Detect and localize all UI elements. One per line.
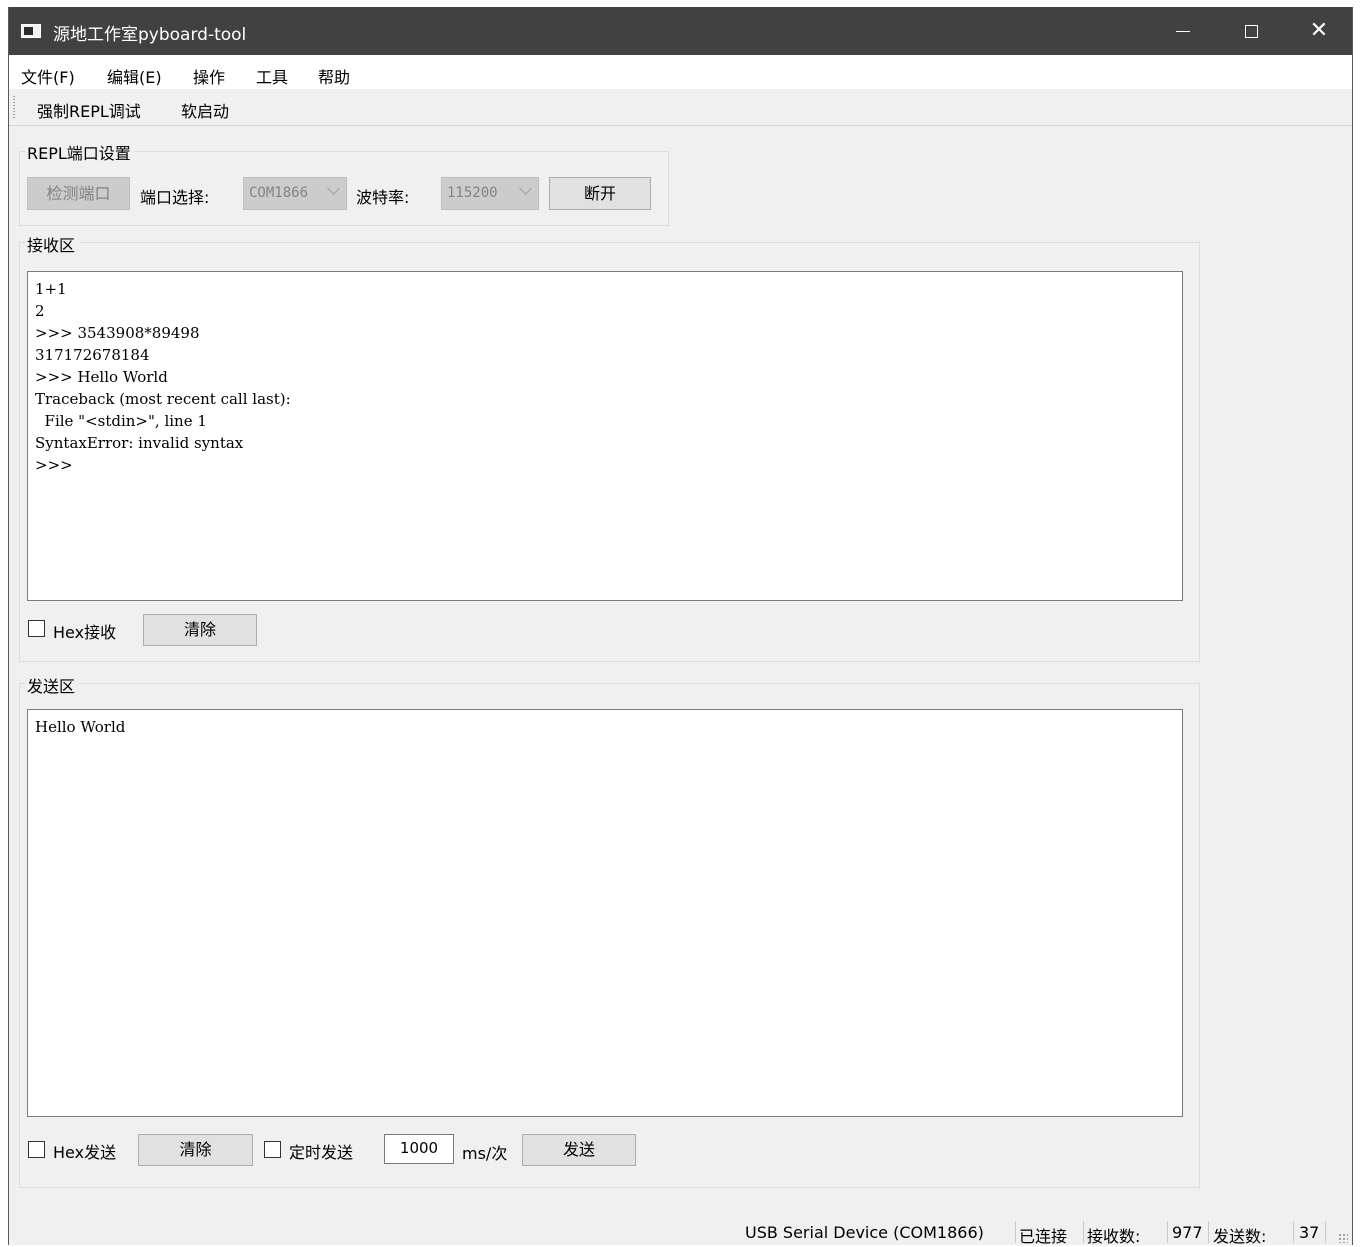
close-icon: ✕ (1309, 18, 1329, 43)
app-icon (21, 24, 41, 38)
soft-reset-button[interactable]: 软启动 (181, 98, 229, 122)
toolbar: 强制REPL调试 软启动 (9, 89, 1352, 126)
close-button[interactable]: ✕ (1285, 7, 1353, 55)
status-divider (1167, 1221, 1168, 1243)
timed-send-label: 定时发送 (289, 1143, 354, 1162)
status-bar: USB Serial Device (COM1866) 已连接 接收数: 977… (9, 1217, 1352, 1246)
port-select-value: COM1866 (249, 185, 309, 201)
rx-count-label: 接收数: (1087, 1227, 1141, 1246)
port-select-label: 端口选择: (140, 188, 210, 207)
baud-rate-label: 波特率: (356, 188, 410, 207)
timed-send-checkbox[interactable] (264, 1141, 281, 1158)
maximize-button[interactable] (1217, 7, 1285, 55)
menu-edit[interactable]: 编辑(E) (107, 64, 162, 88)
port-settings-title: REPL端口设置 (25, 140, 135, 164)
send-textarea[interactable]: Hello World (27, 709, 1183, 1117)
receive-textarea[interactable]: 1+1 2 >>> 3543908*89498 317172678184 >>>… (27, 271, 1183, 601)
interval-unit-label: ms/次 (462, 1144, 508, 1163)
send-button[interactable]: 发送 (522, 1134, 636, 1166)
hex-send-checkbox[interactable] (28, 1141, 45, 1158)
tx-count-label: 发送数: (1213, 1227, 1267, 1246)
window-title: 源地工作室pyboard-tool (53, 25, 247, 45)
chevron-down-icon (519, 182, 532, 195)
toolbar-grip[interactable] (13, 96, 15, 118)
title-bar[interactable]: 源地工作室pyboard-tool ✕ (9, 7, 1352, 55)
detect-port-button[interactable]: 检测端口 (27, 177, 130, 210)
status-divider (1208, 1221, 1209, 1243)
background-strip (0, 0, 1361, 7)
receive-title: 接收区 (25, 232, 80, 256)
receive-clear-button[interactable]: 清除 (143, 614, 257, 646)
hex-receive-label: Hex接收 (53, 623, 117, 642)
rx-count-value: 977 (1172, 1223, 1203, 1242)
send-title: 发送区 (25, 673, 80, 697)
tx-count-value: 37 (1299, 1223, 1320, 1242)
status-divider (1015, 1221, 1016, 1243)
disconnect-button[interactable]: 断开 (549, 177, 651, 210)
minimize-button[interactable] (1149, 7, 1217, 55)
status-divider (1083, 1221, 1084, 1243)
port-select[interactable]: COM1866 (243, 177, 347, 210)
app-window: 源地工作室pyboard-tool ✕ 文件(F) 编辑(E) 操作 工具 帮助… (8, 7, 1353, 1246)
baud-rate-select[interactable]: 115200 (441, 177, 539, 210)
menu-operate[interactable]: 操作 (193, 64, 225, 88)
maximize-icon (1244, 24, 1258, 38)
baud-rate-value: 115200 (447, 185, 498, 201)
interval-input[interactable]: 1000 (384, 1134, 454, 1164)
menu-tools[interactable]: 工具 (256, 64, 288, 88)
chevron-down-icon (327, 182, 340, 195)
force-repl-button[interactable]: 强制REPL调试 (37, 98, 141, 122)
menu-file[interactable]: 文件(F) (21, 64, 75, 88)
menu-help[interactable]: 帮助 (318, 64, 350, 88)
connection-status: 已连接 (1019, 1227, 1068, 1246)
status-divider (1293, 1221, 1294, 1243)
device-status: USB Serial Device (COM1866) (745, 1223, 984, 1242)
hex-send-label: Hex发送 (53, 1143, 117, 1162)
hex-receive-checkbox[interactable] (28, 620, 45, 637)
minimize-icon (1176, 30, 1190, 32)
resize-grip[interactable] (1338, 1233, 1348, 1243)
status-divider (1325, 1221, 1326, 1243)
send-clear-button[interactable]: 清除 (138, 1134, 253, 1166)
menu-bar: 文件(F) 编辑(E) 操作 工具 帮助 (9, 55, 1352, 89)
